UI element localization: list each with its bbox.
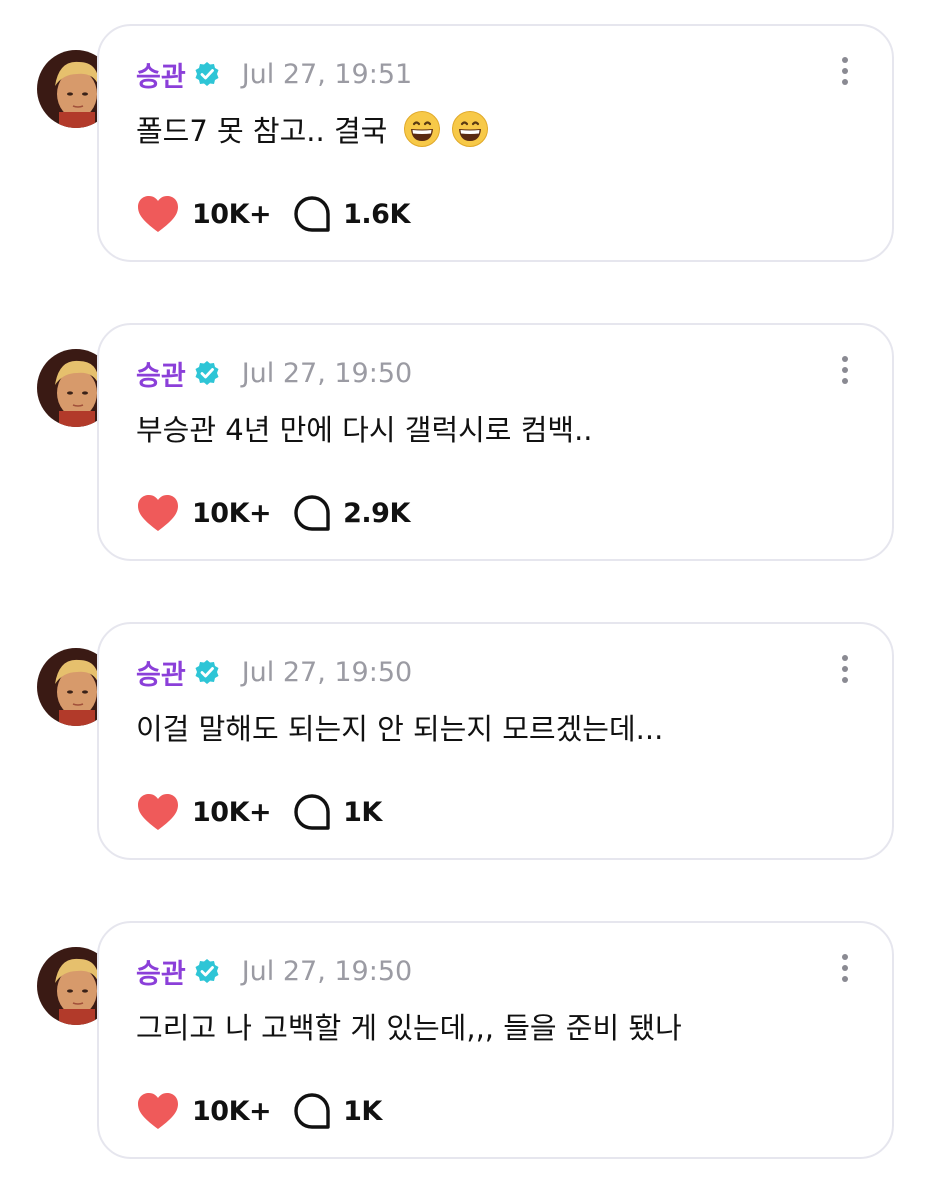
like-button[interactable]: 10K+ [136,493,272,533]
post-text: 그리고 나 고백할 게 있는데,,, 들을 준비 됐나 [136,1011,682,1045]
comment-count: 1K [343,796,382,828]
post-text: 이걸 말해도 되는지 안 되는지 모르겠는데... [136,712,664,746]
like-button[interactable]: 10K+ [136,792,272,832]
more-vertical-icon[interactable] [838,954,852,988]
comment-count: 1.6K [343,198,410,230]
post: 승관 Jul 27, 19:50 이걸 말해도 되는지 안 되는지 모르겠는데.… [0,622,936,862]
emoji-group [387,110,489,148]
post-text: 폴드7 못 참고.. 결국 [136,114,388,148]
comment-count: 1K [343,1095,382,1127]
post: 승관 Jul 27, 19:51 폴드7 못 참고.. 결국 10K+ 1.6K [0,24,936,264]
post-header: 승관 Jul 27, 19:50 [136,951,412,991]
comment-bubble-icon [294,1093,330,1129]
verified-badge-icon [195,62,219,86]
post-actions: 10K+ 1K [136,1089,382,1133]
like-button[interactable]: 10K+ [136,194,272,234]
author-name[interactable]: 승관 [136,354,186,393]
author-name[interactable]: 승관 [136,653,186,692]
comment-button[interactable]: 1K [293,793,382,831]
comment-count: 2.9K [343,497,410,529]
post-card[interactable]: 승관 Jul 27, 19:50 그리고 나 고백할 게 있는데,,, 들을 준… [97,921,894,1159]
like-button[interactable]: 10K+ [136,1091,272,1131]
heart-icon [138,196,178,232]
post-header: 승관 Jul 27, 19:51 [136,54,412,94]
more-vertical-icon[interactable] [838,57,852,91]
like-count: 10K+ [192,497,272,529]
comment-bubble-icon [294,495,330,531]
heart-icon [138,495,178,531]
post-text-row: 부승관 4년 만에 다시 갤럭시로 컴백.. [136,407,593,449]
post-card[interactable]: 승관 Jul 27, 19:50 이걸 말해도 되는지 안 되는지 모르겠는데.… [97,622,894,860]
verified-badge-icon [195,660,219,684]
post-feed: 승관 Jul 27, 19:51 폴드7 못 참고.. 결국 10K+ 1.6K… [0,0,936,1200]
comment-button[interactable]: 1.6K [293,195,410,233]
post-header: 승관 Jul 27, 19:50 [136,652,412,692]
grinning-face-icon [404,111,441,147]
post-actions: 10K+ 1K [136,790,382,834]
heart-icon [138,794,178,830]
comment-button[interactable]: 1K [293,1092,382,1130]
post-header: 승관 Jul 27, 19:50 [136,353,412,393]
timestamp: Jul 27, 19:50 [241,357,413,389]
timestamp: Jul 27, 19:50 [241,656,413,688]
comment-bubble-icon [294,794,330,830]
like-count: 10K+ [192,796,272,828]
timestamp: Jul 27, 19:50 [241,955,413,987]
post-text-row: 폴드7 못 참고.. 결국 [136,108,489,150]
like-count: 10K+ [192,1095,272,1127]
author-name[interactable]: 승관 [136,952,186,991]
author-name[interactable]: 승관 [136,55,186,94]
post-card[interactable]: 승관 Jul 27, 19:50 부승관 4년 만에 다시 갤럭시로 컴백.. [97,323,894,561]
heart-icon [138,1093,178,1129]
post-actions: 10K+ 2.9K [136,491,410,535]
post-text: 부승관 4년 만에 다시 갤럭시로 컴백.. [136,413,593,447]
like-count: 10K+ [192,198,272,230]
timestamp: Jul 27, 19:51 [241,58,413,90]
verified-badge-icon [195,959,219,983]
comment-button[interactable]: 2.9K [293,494,410,532]
post-text-row: 이걸 말해도 되는지 안 되는지 모르겠는데... [136,706,663,748]
comment-bubble-icon [294,196,330,232]
more-vertical-icon[interactable] [838,356,852,390]
more-vertical-icon[interactable] [838,655,852,689]
post-actions: 10K+ 1.6K [136,192,410,236]
post: 승관 Jul 27, 19:50 그리고 나 고백할 게 있는데,,, 들을 준… [0,921,936,1161]
grinning-face-icon [452,111,489,147]
verified-badge-icon [195,361,219,385]
post-card[interactable]: 승관 Jul 27, 19:51 폴드7 못 참고.. 결국 10K+ 1.6K [97,24,894,262]
post: 승관 Jul 27, 19:50 부승관 4년 만에 다시 갤럭시로 컴백.. [0,323,936,563]
post-text-row: 그리고 나 고백할 게 있는데,,, 들을 준비 됐나 [136,1005,682,1047]
